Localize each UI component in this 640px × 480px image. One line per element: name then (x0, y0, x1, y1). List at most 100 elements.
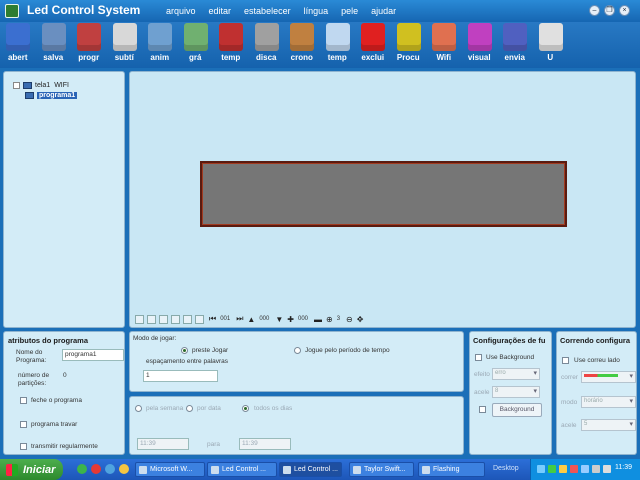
regular-transmit-checkbox[interactable] (20, 443, 27, 450)
minimize-button[interactable]: – (589, 5, 600, 16)
window-controls: – ❐ × (589, 5, 630, 16)
accel-select[interactable]: 8 (492, 386, 540, 398)
use-border-checkbox[interactable] (562, 357, 569, 364)
close-button[interactable]: × (619, 5, 630, 16)
layout-icon-3[interactable] (159, 314, 168, 324)
all-days-radio[interactable] (242, 405, 249, 412)
task-flashing[interactable]: Flashing (418, 462, 485, 477)
first-frame-icon[interactable]: ⏮ (209, 314, 216, 324)
tree-item-screen[interactable]: tela1 WIFI (13, 82, 69, 89)
task-microsoft-word[interactable]: Microsoft W... (135, 462, 205, 477)
task-taylor-swift[interactable]: Taylor Swift... (349, 462, 414, 477)
play-radio[interactable] (181, 347, 188, 354)
spacing-input[interactable]: 1 (143, 370, 218, 382)
up-arrow-icon[interactable]: ▲ (247, 315, 255, 324)
search-icon (396, 23, 421, 51)
toolbar-button-9[interactable]: temp (320, 22, 356, 68)
toolbar-label: salva (43, 53, 64, 62)
by-date-label: por data (197, 405, 221, 412)
plus-icon[interactable]: ✚ (287, 315, 294, 324)
partitions-value: 0 (63, 372, 67, 379)
background-checkbox[interactable] (479, 406, 486, 413)
screen-name: tela1 (35, 82, 51, 89)
toolbar-label: crono (290, 53, 313, 62)
toolbar-button-3[interactable]: subtí (107, 22, 143, 68)
start-button[interactable]: Iniciar (0, 459, 63, 480)
period-radio[interactable] (294, 347, 301, 354)
tray-icon-3[interactable] (559, 465, 567, 473)
volume-icon[interactable] (603, 465, 611, 473)
by-week-radio[interactable] (135, 405, 142, 412)
toolbar-button-8[interactable]: crono (284, 22, 320, 68)
tree-item-program[interactable]: programa1 (25, 92, 78, 99)
wifi-icon (432, 23, 456, 51)
toolbar-button-4[interactable]: anim (142, 22, 178, 68)
led-screen-preview[interactable] (200, 161, 567, 227)
toolbar-button-13[interactable]: visual (462, 22, 498, 68)
quicklaunch-icon-1[interactable] (77, 464, 87, 474)
mode-select[interactable]: horário (581, 396, 636, 408)
layout-icon-4[interactable] (171, 314, 180, 324)
freeze-program-checkbox[interactable] (20, 421, 27, 428)
program-name-input[interactable]: programa1 (62, 349, 124, 361)
expand-icon[interactable] (13, 82, 20, 89)
program-icon (77, 23, 101, 51)
toolbar-button-5[interactable]: grá (178, 22, 214, 68)
effect-select[interactable]: erro (492, 368, 540, 380)
zoom-in-icon[interactable]: ⊕ (326, 315, 333, 324)
quicklaunch-icon-2[interactable] (91, 464, 101, 474)
layout-icon-5[interactable] (183, 314, 192, 324)
effect-label: efeito (474, 371, 490, 378)
toolbar-label: abert (7, 53, 28, 62)
task-led-control-2[interactable]: Led Control ... (279, 462, 342, 477)
tray-icon-6[interactable] (592, 465, 600, 473)
use-background-checkbox[interactable] (475, 354, 482, 361)
zoom-out-icon[interactable]: ⊖ (346, 315, 353, 324)
background-button[interactable]: Background (492, 403, 542, 417)
layout-icon-2[interactable] (147, 314, 156, 324)
menu-estabelecer[interactable]: estabelecer (244, 6, 291, 16)
use-border-label: Use correu lado (574, 357, 620, 364)
restore-button[interactable]: ❐ (604, 5, 615, 16)
frame-counter: 001 (220, 316, 231, 322)
start-label: Iniciar (23, 463, 56, 476)
toolbar-button-11[interactable]: Procu (391, 22, 427, 68)
border-label: correr (561, 374, 578, 381)
toolbar-button-2[interactable]: progr (71, 22, 107, 68)
menu-arquivo[interactable]: arquivo (166, 6, 196, 16)
move-icon[interactable]: ✥ (357, 315, 364, 324)
menu-editar[interactable]: editar (209, 6, 232, 16)
tray-icon-2[interactable] (548, 465, 556, 473)
down-arrow-icon[interactable]: ▼ (275, 315, 283, 324)
toolbar-button-6[interactable]: temp (213, 22, 249, 68)
minus-icon[interactable]: ▬ (314, 315, 322, 324)
layout-icon-1[interactable] (135, 314, 144, 324)
menu-pele[interactable]: pele (341, 6, 358, 16)
tray-icon-1[interactable] (537, 465, 545, 473)
border-select[interactable] (581, 371, 636, 383)
by-date-radio[interactable] (186, 405, 193, 412)
lock-program-checkbox[interactable] (20, 397, 27, 404)
menu-ajudar[interactable]: ajudar (371, 6, 396, 16)
time-from-input[interactable]: 11:39 (137, 438, 189, 450)
task-led-control-1[interactable]: Led Control ... (207, 462, 277, 477)
layout-icon-6[interactable] (195, 314, 204, 324)
quicklaunch-icon-3[interactable] (105, 464, 115, 474)
desktop-toolbar[interactable]: Desktop (493, 465, 519, 472)
toolbar-button-14[interactable]: envia (497, 22, 533, 68)
program-name-label: Nome do Programa: (16, 349, 47, 364)
quicklaunch-icon-4[interactable] (119, 464, 129, 474)
speed-label: acele (561, 422, 577, 429)
toolbar-button-7[interactable]: disca (249, 22, 285, 68)
speed-select[interactable]: 5 (581, 419, 636, 431)
toolbar-button-10[interactable]: exclui (355, 22, 391, 68)
last-frame-icon[interactable]: ⏭ (236, 314, 243, 324)
tray-icon-4[interactable] (570, 465, 578, 473)
toolbar-button-1[interactable]: salva (36, 22, 72, 68)
toolbar-button-0[interactable]: abert (0, 22, 36, 68)
tray-icon-5[interactable] (581, 465, 589, 473)
menu-lingua[interactable]: língua (304, 6, 329, 16)
time-to-input[interactable]: 11:39 (239, 438, 291, 450)
toolbar-button-12[interactable]: Wifi (426, 22, 462, 68)
toolbar-button-15[interactable]: U (533, 22, 569, 68)
